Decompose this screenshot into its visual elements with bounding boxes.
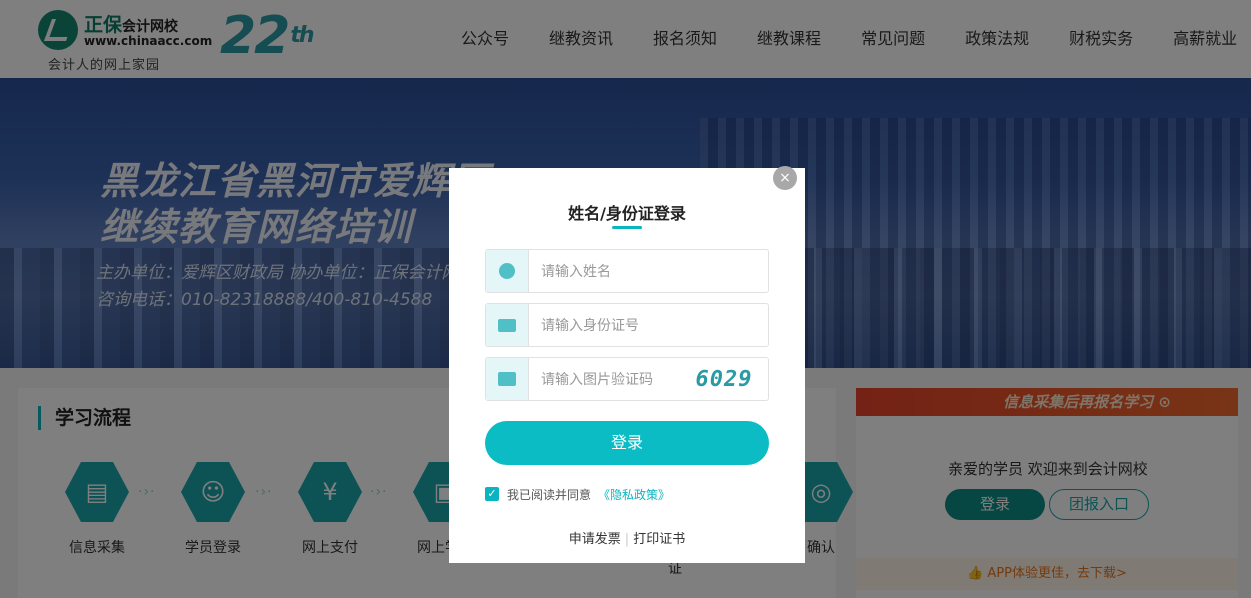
image-icon bbox=[498, 372, 516, 386]
captcha-field: 6029 bbox=[485, 357, 769, 401]
title-underline bbox=[612, 226, 642, 229]
login-button[interactable]: 登录 bbox=[485, 421, 769, 465]
captcha-image[interactable]: 6029 bbox=[686, 366, 762, 394]
id-card-icon bbox=[498, 318, 516, 332]
agree-text: 我已阅读并同意 bbox=[507, 488, 592, 502]
privacy-policy-link[interactable]: 《隐私政策》 bbox=[598, 486, 670, 503]
name-field bbox=[485, 249, 769, 293]
modal-footer-links: 申请发票 | 打印证书 bbox=[449, 528, 805, 547]
captcha-input[interactable] bbox=[541, 370, 681, 390]
link-separator: | bbox=[624, 532, 630, 547]
user-icon bbox=[499, 263, 515, 279]
apply-invoice-link[interactable]: 申请发票 bbox=[569, 532, 621, 547]
id-number-field bbox=[485, 303, 769, 347]
close-icon[interactable]: × bbox=[773, 166, 797, 190]
modal-title: 姓名/身份证登录 bbox=[568, 204, 686, 223]
id-number-input[interactable] bbox=[541, 316, 681, 336]
name-input[interactable] bbox=[541, 262, 681, 282]
print-certificate-link[interactable]: 打印证书 bbox=[633, 532, 685, 547]
agree-checkbox[interactable]: ✓ bbox=[485, 487, 499, 501]
